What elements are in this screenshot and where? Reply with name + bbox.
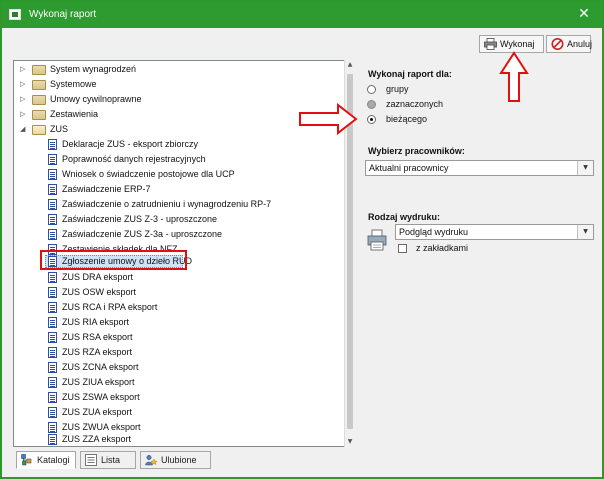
open-folder-icon <box>32 125 46 135</box>
report-document-icon <box>48 377 57 388</box>
title-bar: Wykonaj raport ✕ <box>2 2 602 28</box>
annotation-highlight-box <box>40 250 187 270</box>
tab-label: Ulubione <box>161 455 197 465</box>
cancel-icon <box>551 38 564 50</box>
report-document-icon <box>48 332 57 343</box>
radio-zaznaczonych-label: zaznaczonych <box>386 99 444 109</box>
radio-biezacego[interactable] <box>367 115 376 124</box>
radio-biezacego-label: bieżącego <box>386 114 428 124</box>
report-document-icon <box>48 302 57 313</box>
report-document-icon <box>48 362 57 373</box>
report-document-icon <box>48 434 57 445</box>
tree-item-label: Umowy cywilnoprawne <box>50 94 142 104</box>
favorites-icon <box>145 455 157 466</box>
tree-item-label: ZUS RZA eksport <box>62 347 133 357</box>
tab-katalogi[interactable]: Katalogi <box>16 451 76 469</box>
annotation-arrow-left <box>299 103 358 135</box>
report-document-icon <box>48 229 57 240</box>
tab-lista[interactable]: Lista <box>80 451 136 469</box>
window-close-button[interactable]: ✕ <box>566 2 602 26</box>
employees-title: Wybierz pracowników: <box>368 146 465 156</box>
report-document-icon <box>48 184 57 195</box>
tab-label: Katalogi <box>37 455 70 465</box>
output-type-value: Podgląd wydruku <box>399 227 469 237</box>
collapse-arrow-icon[interactable]: ◢ <box>20 122 28 137</box>
expand-arrow-icon[interactable]: ▷ <box>20 62 28 77</box>
tree-item-label: Zaświadczenie ZUS Z-3 - uproszczone <box>62 214 218 224</box>
tab-ulubione[interactable]: Ulubione <box>140 451 211 469</box>
report-document-icon <box>48 154 57 165</box>
radio-zaznaczonych[interactable] <box>367 100 376 109</box>
tree-item-label: Wniosek o świadczenie postojowe dla UCP <box>62 169 235 179</box>
tree-item-label: ZUS ZIUA eksport <box>62 377 135 387</box>
folder-icon <box>32 110 46 120</box>
tree-item-label: ZUS ZSWA eksport <box>62 392 140 402</box>
cancel-button[interactable]: Anuluj <box>546 35 593 53</box>
radio-grupy[interactable] <box>367 85 376 94</box>
report-document-icon <box>48 214 57 225</box>
tree-item-label: Zaświadczenie o zatrudnieniu i wynagrodz… <box>62 199 272 209</box>
tree-item-label: ZUS OSW eksport <box>62 287 137 297</box>
tree-item-label: ZUS ZCNA eksport <box>62 362 139 372</box>
report-window: Wykonaj raport ✕ Wykonaj Anuluj ▷ System… <box>0 0 604 479</box>
chevron-down-icon[interactable]: ▼ <box>577 161 593 175</box>
report-document-icon <box>48 272 57 283</box>
tree-item-label: System wynagrodzeń <box>50 64 137 74</box>
bookmarks-checkbox[interactable] <box>398 244 407 253</box>
tree-item-label: ZUS RCA i RPA eksport <box>62 302 158 312</box>
catalog-icon <box>21 454 32 466</box>
report-options-panel: Wykonaj raport dla: grupy zaznaczonych b… <box>361 60 595 447</box>
printer-preview-icon <box>367 229 387 251</box>
folder-icon <box>32 80 46 90</box>
tree-item-label: ZUS <box>50 124 68 134</box>
list-icon <box>85 454 97 466</box>
tree-item-label: Deklaracje ZUS - eksport zbiorczy <box>62 139 199 149</box>
report-document-icon <box>48 139 57 150</box>
report-document-icon <box>48 347 57 358</box>
expand-arrow-icon[interactable]: ▷ <box>20 92 28 107</box>
employees-select[interactable]: Aktualni pracownicy ▼ <box>365 160 594 176</box>
tab-label: Lista <box>101 455 121 465</box>
cancel-label: Anuluj <box>567 39 593 49</box>
folder-icon <box>32 65 46 75</box>
report-document-icon <box>48 422 57 433</box>
report-document-icon <box>48 392 57 403</box>
tree-item-label: Systemowe <box>50 79 97 89</box>
output-type-select[interactable]: Podgląd wydruku ▼ <box>395 224 594 240</box>
tree-item-label: ZUS RIA eksport <box>62 317 130 327</box>
printer-icon <box>484 38 497 50</box>
folder-icon <box>32 95 46 105</box>
tree-item-label: Zaświadczenie ERP-7 <box>62 184 151 194</box>
tree-item-label: Zaświadczenie ZUS Z-3a - uproszczone <box>62 229 223 239</box>
window-title: Wykonaj raport <box>29 9 97 20</box>
expand-arrow-icon[interactable]: ▷ <box>20 77 28 92</box>
report-document-icon <box>48 407 57 418</box>
output-title: Rodzaj wydruku: <box>368 212 441 222</box>
report-document-icon <box>48 169 57 180</box>
run-report-label: Wykonaj <box>500 39 535 49</box>
tree-item-label: Zestawienia <box>50 109 99 119</box>
radio-grupy-label: grupy <box>386 84 409 94</box>
tree-item-label: ZUS DRA eksport <box>62 272 134 282</box>
bookmarks-label: z zakładkami <box>416 243 469 253</box>
tree-item-label: Poprawność danych rejestracyjnych <box>62 154 206 164</box>
app-icon <box>9 9 21 20</box>
report-document-icon <box>48 317 57 328</box>
tree-item-label: ZUS ZZA eksport <box>62 434 132 444</box>
tree-item-label: ZUS RSA eksport <box>62 332 133 342</box>
employees-select-value: Aktualni pracownicy <box>369 163 449 173</box>
scroll-up-icon[interactable]: ▲ <box>345 60 355 70</box>
report-document-icon <box>48 199 57 210</box>
report-for-title: Wykonaj raport dla: <box>368 69 452 79</box>
report-document-icon <box>48 287 57 298</box>
scroll-down-icon[interactable]: ▼ <box>345 437 355 447</box>
chevron-down-icon[interactable]: ▼ <box>577 225 593 239</box>
expand-arrow-icon[interactable]: ▷ <box>20 107 28 122</box>
tree-item-label: ZUS ZUA eksport <box>62 407 133 417</box>
